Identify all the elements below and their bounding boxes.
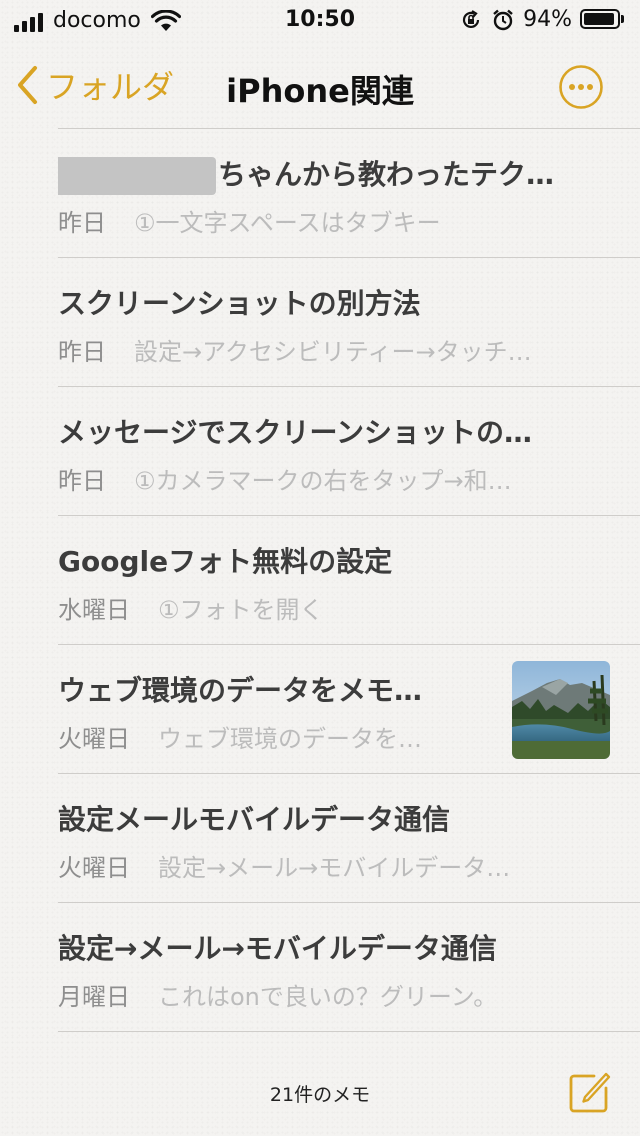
note-date: 水曜日 — [58, 596, 130, 624]
battery-percentage: 94% — [523, 7, 572, 32]
note-preview: ①一文字スペースはタブキー — [134, 209, 441, 237]
note-count: 21件のメモ — [269, 1084, 371, 1106]
note-title: ウェブ環境のデータをメモ… — [58, 674, 423, 707]
redacted-name — [58, 157, 216, 195]
note-item[interactable]: 設定メールモバイルデータ通信 火曜日 設定→メール→モバイルデータ… — [0, 774, 640, 902]
note-item[interactable]: Googleフォト無料の設定 水曜日 ①フォトを開く — [0, 516, 640, 644]
note-date: 昨日 — [58, 467, 106, 495]
note-preview: ウェブ環境のデータを… — [158, 725, 422, 753]
note-date: 昨日 — [58, 209, 106, 237]
note-item[interactable]: メッセージでスクリーンショットの… 昨日 ①カメラマークの右をタップ→和… — [0, 387, 640, 515]
note-title-container: ちゃんから教わったテク… — [58, 153, 598, 195]
note-title: Googleフォト無料の設定 — [58, 545, 393, 578]
note-preview: ①フォトを開く — [158, 596, 324, 624]
note-item[interactable]: 設定→メール→モバイルデータ通信 月曜日 これはonで良いの？グリーン。 — [0, 903, 640, 1031]
bottom-toolbar: 21件のメモ — [0, 1050, 640, 1136]
note-thumbnail-image — [512, 661, 610, 759]
note-title: 設定→メール→モバイルデータ通信 — [58, 932, 497, 965]
note-preview: ①カメラマークの右をタップ→和… — [134, 467, 512, 495]
note-preview: 設定→メール→モバイルデータ… — [158, 854, 511, 882]
battery-icon — [580, 8, 626, 31]
note-preview: 設定→アクセシビリティー→タッチ… — [134, 338, 532, 366]
page-title: iPhone関連 — [226, 72, 414, 110]
list-divider — [58, 1031, 640, 1032]
note-title: ちゃんから教わったテク… — [218, 158, 555, 191]
note-date: 火曜日 — [58, 854, 130, 882]
status-bar: docomo 10:50 94% — [0, 0, 640, 40]
note-item[interactable]: ウェブ環境のデータをメモ… 火曜日 ウェブ環境のデータを… — [0, 645, 640, 773]
note-date: 火曜日 — [58, 725, 130, 753]
note-date: 月曜日 — [58, 983, 130, 1011]
notes-list: ちゃんから教わったテク… 昨日 ①一文字スペースはタブキー スクリーンショットの別… — [0, 128, 640, 1032]
alarm-icon — [493, 9, 513, 30]
note-item[interactable]: ちゃんから教わったテク… 昨日 ①一文字スペースはタブキー — [0, 129, 640, 257]
note-title: 設定メールモバイルデータ通信 — [58, 803, 451, 836]
note-item[interactable]: スクリーンショットの別方法 昨日 設定→アクセシビリティー→タッチ… — [0, 258, 640, 386]
orientation-lock-icon — [463, 9, 480, 28]
note-preview: これはonで良いの？グリーン。 — [158, 983, 498, 1011]
note-date: 昨日 — [58, 338, 106, 366]
note-title: スクリーンショットの別方法 — [58, 287, 421, 320]
note-title: メッセージでスクリーンショットの… — [58, 416, 533, 449]
more-options-button[interactable] — [558, 64, 604, 110]
compose-note-button[interactable] — [568, 1070, 612, 1114]
navigation-bar: フォルダ iPhone関連 — [0, 50, 640, 126]
